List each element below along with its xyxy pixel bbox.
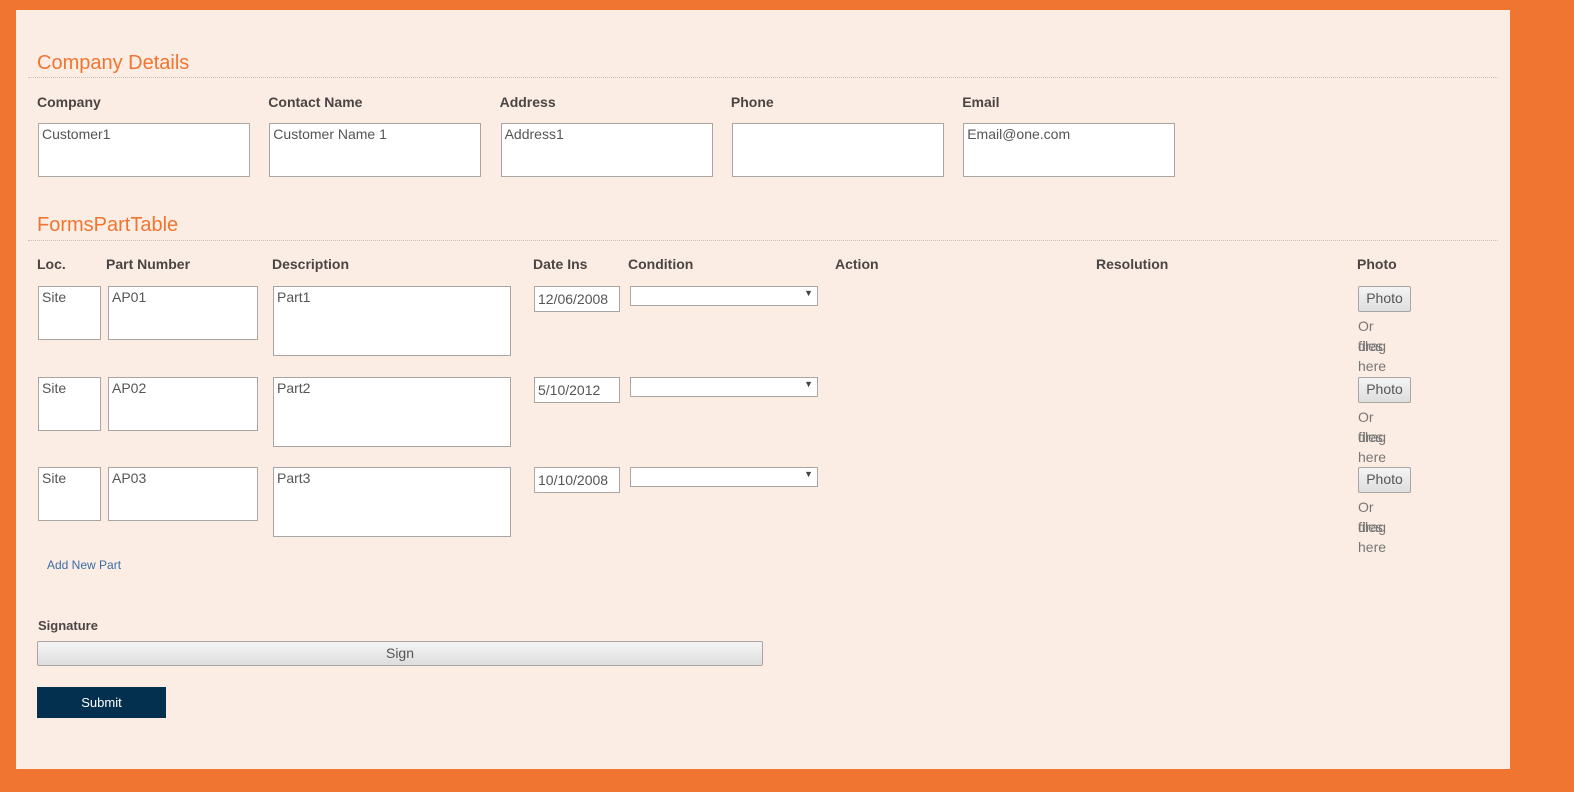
company-input[interactable]: Customer1 <box>38 123 250 177</box>
divider <box>28 240 1498 241</box>
description-input[interactable]: Part1 <box>273 286 511 356</box>
field-label-phone: Phone <box>730 94 774 110</box>
location-input[interactable]: Site <box>38 376 101 431</box>
column-header-photo: Photo <box>1357 256 1397 272</box>
phone-input[interactable] <box>731 123 944 177</box>
chevron-down-icon: ▼ <box>804 378 813 389</box>
location-input[interactable]: Site <box>38 286 101 340</box>
divider <box>28 77 1498 78</box>
address-input[interactable]: Address1 <box>500 123 713 177</box>
photo-button[interactable]: Photo <box>1358 376 1411 403</box>
description-input[interactable]: Part3 <box>273 467 511 537</box>
signature-label: Signature <box>38 618 98 633</box>
date-ins-input[interactable]: 10/10/2008 <box>534 467 620 493</box>
drag-files-hint-line2: files here <box>1358 428 1387 465</box>
column-header-part-number: Part Number <box>106 256 191 272</box>
company-details-heading: Company Details <box>37 52 190 74</box>
chevron-down-icon: ▼ <box>804 288 813 298</box>
email-input[interactable]: Email@one.com <box>963 123 1176 177</box>
column-header-condition: Condition <box>628 256 694 272</box>
drag-files-hint-line2: files here <box>1358 519 1387 555</box>
sign-button[interactable]: Sign <box>37 641 763 666</box>
date-ins-input[interactable]: 12/06/2008 <box>534 286 620 312</box>
parts-table-heading: FormsPartTable <box>37 214 179 236</box>
photo-button[interactable]: Photo <box>1358 467 1411 493</box>
submit-button[interactable]: Submit <box>37 687 166 718</box>
condition-select[interactable]: ▼ <box>630 376 818 397</box>
part-number-input[interactable]: AP02 <box>108 376 258 431</box>
photo-button[interactable]: Photo <box>1358 286 1411 312</box>
date-ins-input[interactable]: 5/10/2012 <box>534 376 620 403</box>
column-header-resolution: Resolution <box>1096 256 1169 272</box>
form-panel: Company Details Company Customer1 Contact … <box>16 10 1510 769</box>
field-label-address: Address <box>499 94 556 110</box>
column-header-description: Description <box>272 256 350 272</box>
location-input[interactable]: Site <box>38 467 101 521</box>
description-input[interactable]: Part2 <box>273 376 511 447</box>
contact-name-input[interactable]: Customer Name 1 <box>269 123 482 177</box>
part-number-input[interactable]: AP01 <box>108 286 258 340</box>
column-header-action: Action <box>835 256 879 272</box>
field-label-contact-name: Contact Name <box>268 94 363 110</box>
chevron-down-icon: ▼ <box>804 469 813 479</box>
condition-select[interactable]: ▼ <box>630 286 818 306</box>
field-label-email: Email <box>962 94 1000 110</box>
part-number-input[interactable]: AP03 <box>108 467 258 521</box>
drag-files-hint-line2: files here <box>1358 338 1387 374</box>
column-header-loc: Loc. <box>37 256 66 272</box>
condition-select[interactable]: ▼ <box>630 467 818 487</box>
column-header-date-ins: Date Ins <box>533 256 588 272</box>
add-new-part-link[interactable]: Add New Part <box>47 558 121 572</box>
field-label-company: Company <box>37 94 101 110</box>
